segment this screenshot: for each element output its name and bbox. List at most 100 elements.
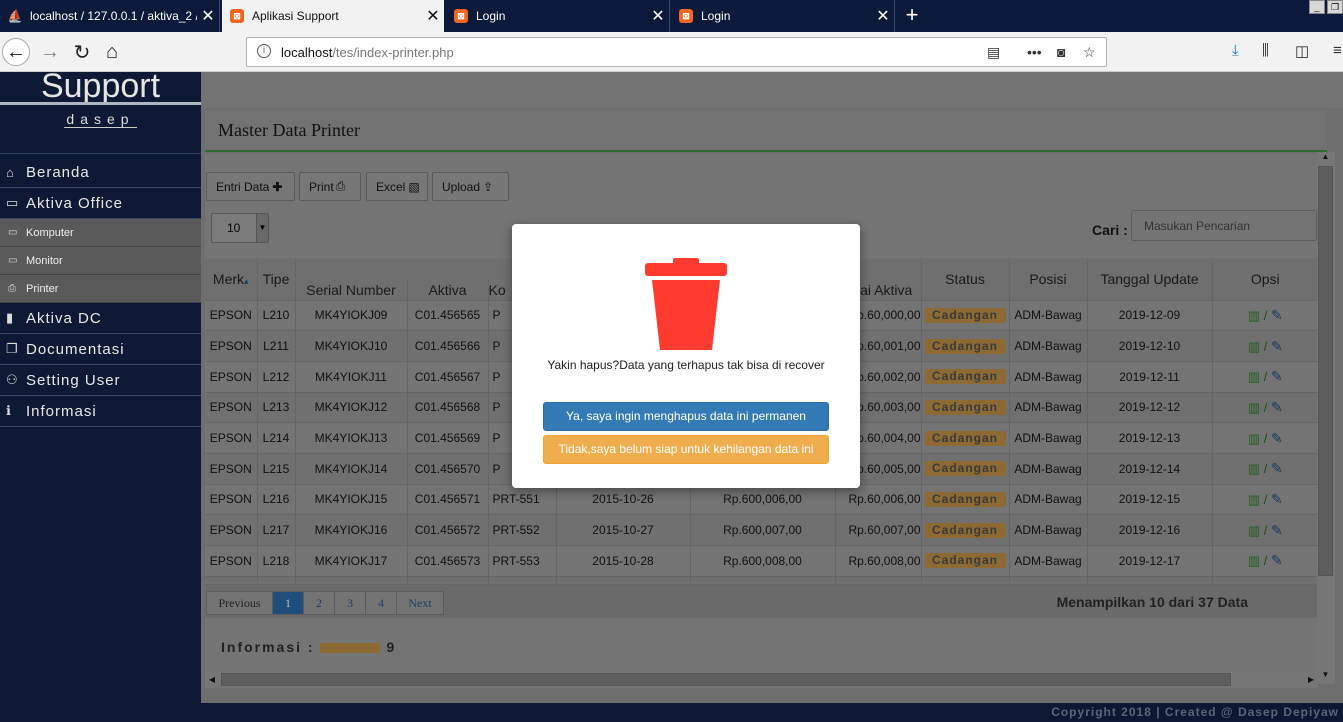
column-header-merk[interactable]: Merk▴ <box>205 258 257 300</box>
sidebar-item-informasi[interactable]: ℹ Informasi <box>0 396 201 427</box>
scroll-up-icon[interactable]: ▲ <box>1317 152 1334 166</box>
sidebar-subitem-monitor[interactable]: ▭ Monitor <box>0 247 201 275</box>
delete-icon[interactable]: ▥ <box>1248 431 1260 446</box>
cell-opsi: ▥ / ✎ <box>1211 299 1318 331</box>
close-tab-icon[interactable]: ✕ <box>647 6 669 26</box>
sidebar-item-aktiva-dc[interactable]: ▮ Aktiva DC <box>0 303 201 334</box>
column-header-status[interactable]: Status <box>920 258 1009 300</box>
entri-data-button[interactable]: Entri Data ✚ <box>206 172 295 201</box>
edit-icon[interactable]: ✎ <box>1271 460 1283 476</box>
back-button[interactable]: ← <box>2 38 30 66</box>
page-1-button[interactable]: 1 <box>272 591 304 615</box>
cell-harga: Rp.600,006,00 <box>689 483 835 515</box>
delete-icon[interactable]: ▥ <box>1248 369 1260 384</box>
reload-icon: ↻ <box>73 41 91 64</box>
browser-navbar: ← → ↻ ⌂ i localhost/tes/index-printer.ph… <box>0 32 1343 72</box>
delete-icon[interactable]: ▥ <box>1248 308 1260 323</box>
next-page-button[interactable]: Next <box>396 591 444 615</box>
cancel-delete-button[interactable]: Tidak,saya belum siap untuk kehilangan d… <box>543 435 829 464</box>
cell-posisi: ADM-Bawag <box>1008 330 1087 362</box>
sidebar-item-setting-user[interactable]: ⚇ Setting User <box>0 365 201 396</box>
menu-icon[interactable]: ≡ <box>1333 42 1342 59</box>
sidebar-toggle-icon[interactable]: ◫ <box>1295 42 1309 60</box>
search-input[interactable]: Masukan Pencarian <box>1131 210 1317 241</box>
column-header-serial[interactable]: Serial Number <box>294 280 407 300</box>
sidebar-subitem-printer[interactable]: ⎙ Printer <box>0 275 201 303</box>
sidebar-item-beranda[interactable]: ⌂ Beranda <box>0 157 201 188</box>
close-tab-icon[interactable]: ✕ <box>422 6 444 26</box>
library-icon[interactable]: ⫼ <box>1262 42 1269 59</box>
confirm-delete-button[interactable]: Ya, saya ingin menghapus data ini perman… <box>543 402 829 431</box>
xampp-icon: ⊠ <box>230 9 244 23</box>
new-tab-button[interactable]: + <box>900 2 924 28</box>
bookmark-star-icon[interactable]: ☆ <box>1083 44 1096 61</box>
scroll-left-icon[interactable]: ◀ <box>205 672 219 688</box>
sidebar-subitem-komputer[interactable]: ▭ Komputer <box>0 219 201 247</box>
edit-icon[interactable]: ✎ <box>1271 368 1283 384</box>
browser-tab-phpmyadmin[interactable]: ⛵ localhost / 127.0.0.1 / aktiva_2 / p ✕ <box>0 0 220 32</box>
edit-icon[interactable]: ✎ <box>1271 399 1283 415</box>
cell-aktiva: C01.456571 <box>406 483 488 515</box>
sidebar-item-label: Aktiva Office <box>26 194 123 212</box>
scroll-thumb[interactable] <box>221 673 1231 686</box>
forward-button[interactable]: → <box>36 38 64 66</box>
vertical-scrollbar[interactable]: ▲ ▼ <box>1317 152 1335 684</box>
page-4-button[interactable]: 4 <box>365 591 397 615</box>
column-header-posisi[interactable]: Posisi <box>1008 258 1087 300</box>
download-icon[interactable]: ⤓ <box>1232 42 1239 59</box>
tab-title: Login <box>701 9 731 23</box>
delete-icon[interactable]: ▥ <box>1248 523 1260 538</box>
reload-button[interactable]: ↻ <box>68 38 96 66</box>
edit-icon[interactable]: ✎ <box>1271 430 1283 446</box>
url-text[interactable]: localhost/tes/index-printer.php <box>281 45 454 60</box>
edit-icon[interactable]: ✎ <box>1271 552 1283 568</box>
info-summary: Informasi : 9 <box>221 639 396 655</box>
pocket-icon[interactable]: ◙ <box>1057 44 1065 60</box>
site-info-icon[interactable]: i <box>257 44 271 58</box>
page-2-button[interactable]: 2 <box>303 591 335 615</box>
status-badge: Cadangan <box>924 491 1006 507</box>
sidebar-item-label: Documentasi <box>26 340 125 358</box>
edit-icon[interactable]: ✎ <box>1271 522 1283 538</box>
page-3-button[interactable]: 3 <box>334 591 366 615</box>
browser-tab-aplikasi-support[interactable]: ⊠ Aplikasi Support ✕ <box>222 0 444 32</box>
scroll-thumb[interactable] <box>1318 166 1333 576</box>
cell-aktiva: C01.456570 <box>406 452 488 485</box>
sidebar-item-aktiva-office[interactable]: ▭ Aktiva Office <box>0 188 201 219</box>
edit-icon[interactable]: ✎ <box>1271 491 1283 507</box>
print-button[interactable]: Print ⎙ <box>299 172 361 201</box>
delete-icon[interactable]: ▥ <box>1248 553 1260 568</box>
edit-icon[interactable]: ✎ <box>1271 338 1283 354</box>
close-tab-icon[interactable]: ✕ <box>872 6 894 26</box>
scroll-down-icon[interactable]: ▼ <box>1317 670 1334 684</box>
edit-icon[interactable]: ✎ <box>1271 307 1283 323</box>
column-header-tanggal[interactable]: Tanggal Update <box>1086 258 1212 300</box>
restore-icon[interactable]: ❐ <box>1327 0 1343 14</box>
column-header-aktiva[interactable]: Aktiva <box>406 280 488 300</box>
more-actions-icon[interactable]: ••• <box>1027 44 1042 60</box>
previous-page-button[interactable]: Previous <box>206 591 273 615</box>
scroll-right-icon[interactable]: ▶ <box>1304 672 1318 688</box>
delete-icon[interactable]: ▥ <box>1248 492 1260 507</box>
column-header-tipe[interactable]: Tipe <box>256 258 295 300</box>
sidebar-item-documentasi[interactable]: ❐ Documentasi <box>0 334 201 365</box>
cell-status: Cadangan <box>920 545 1009 577</box>
brand: Support dasep <box>0 72 201 154</box>
delete-icon[interactable]: ▥ <box>1248 339 1260 354</box>
browser-tab-login-2[interactable]: ⊠ Login ✕ <box>671 0 895 32</box>
per-page-select[interactable]: 10 ▼ <box>211 213 269 243</box>
address-bar[interactable]: i localhost/tes/index-printer.php ▤ ••• … <box>246 37 1107 67</box>
minimize-icon[interactable]: _ <box>1309 0 1325 14</box>
upload-button[interactable]: Upload ⇪ <box>432 172 509 201</box>
horizontal-scrollbar[interactable]: ◀ ▶ <box>205 672 1318 688</box>
delete-icon[interactable]: ▥ <box>1248 461 1260 476</box>
excel-button[interactable]: Excel ▧ <box>366 172 428 201</box>
close-tab-icon[interactable]: ✕ <box>197 6 219 26</box>
home-button[interactable]: ⌂ <box>98 38 126 66</box>
delete-icon[interactable]: ▥ <box>1248 400 1260 415</box>
sidebar-item-label: Komputer <box>26 226 74 239</box>
reader-view-icon[interactable]: ▤ <box>987 44 1000 61</box>
browser-tab-login-1[interactable]: ⊠ Login ✕ <box>446 0 670 32</box>
cell-harga: Rp.600,008,00 <box>689 545 835 577</box>
cell-tgl_beli: 2015-10-28 <box>555 545 690 577</box>
